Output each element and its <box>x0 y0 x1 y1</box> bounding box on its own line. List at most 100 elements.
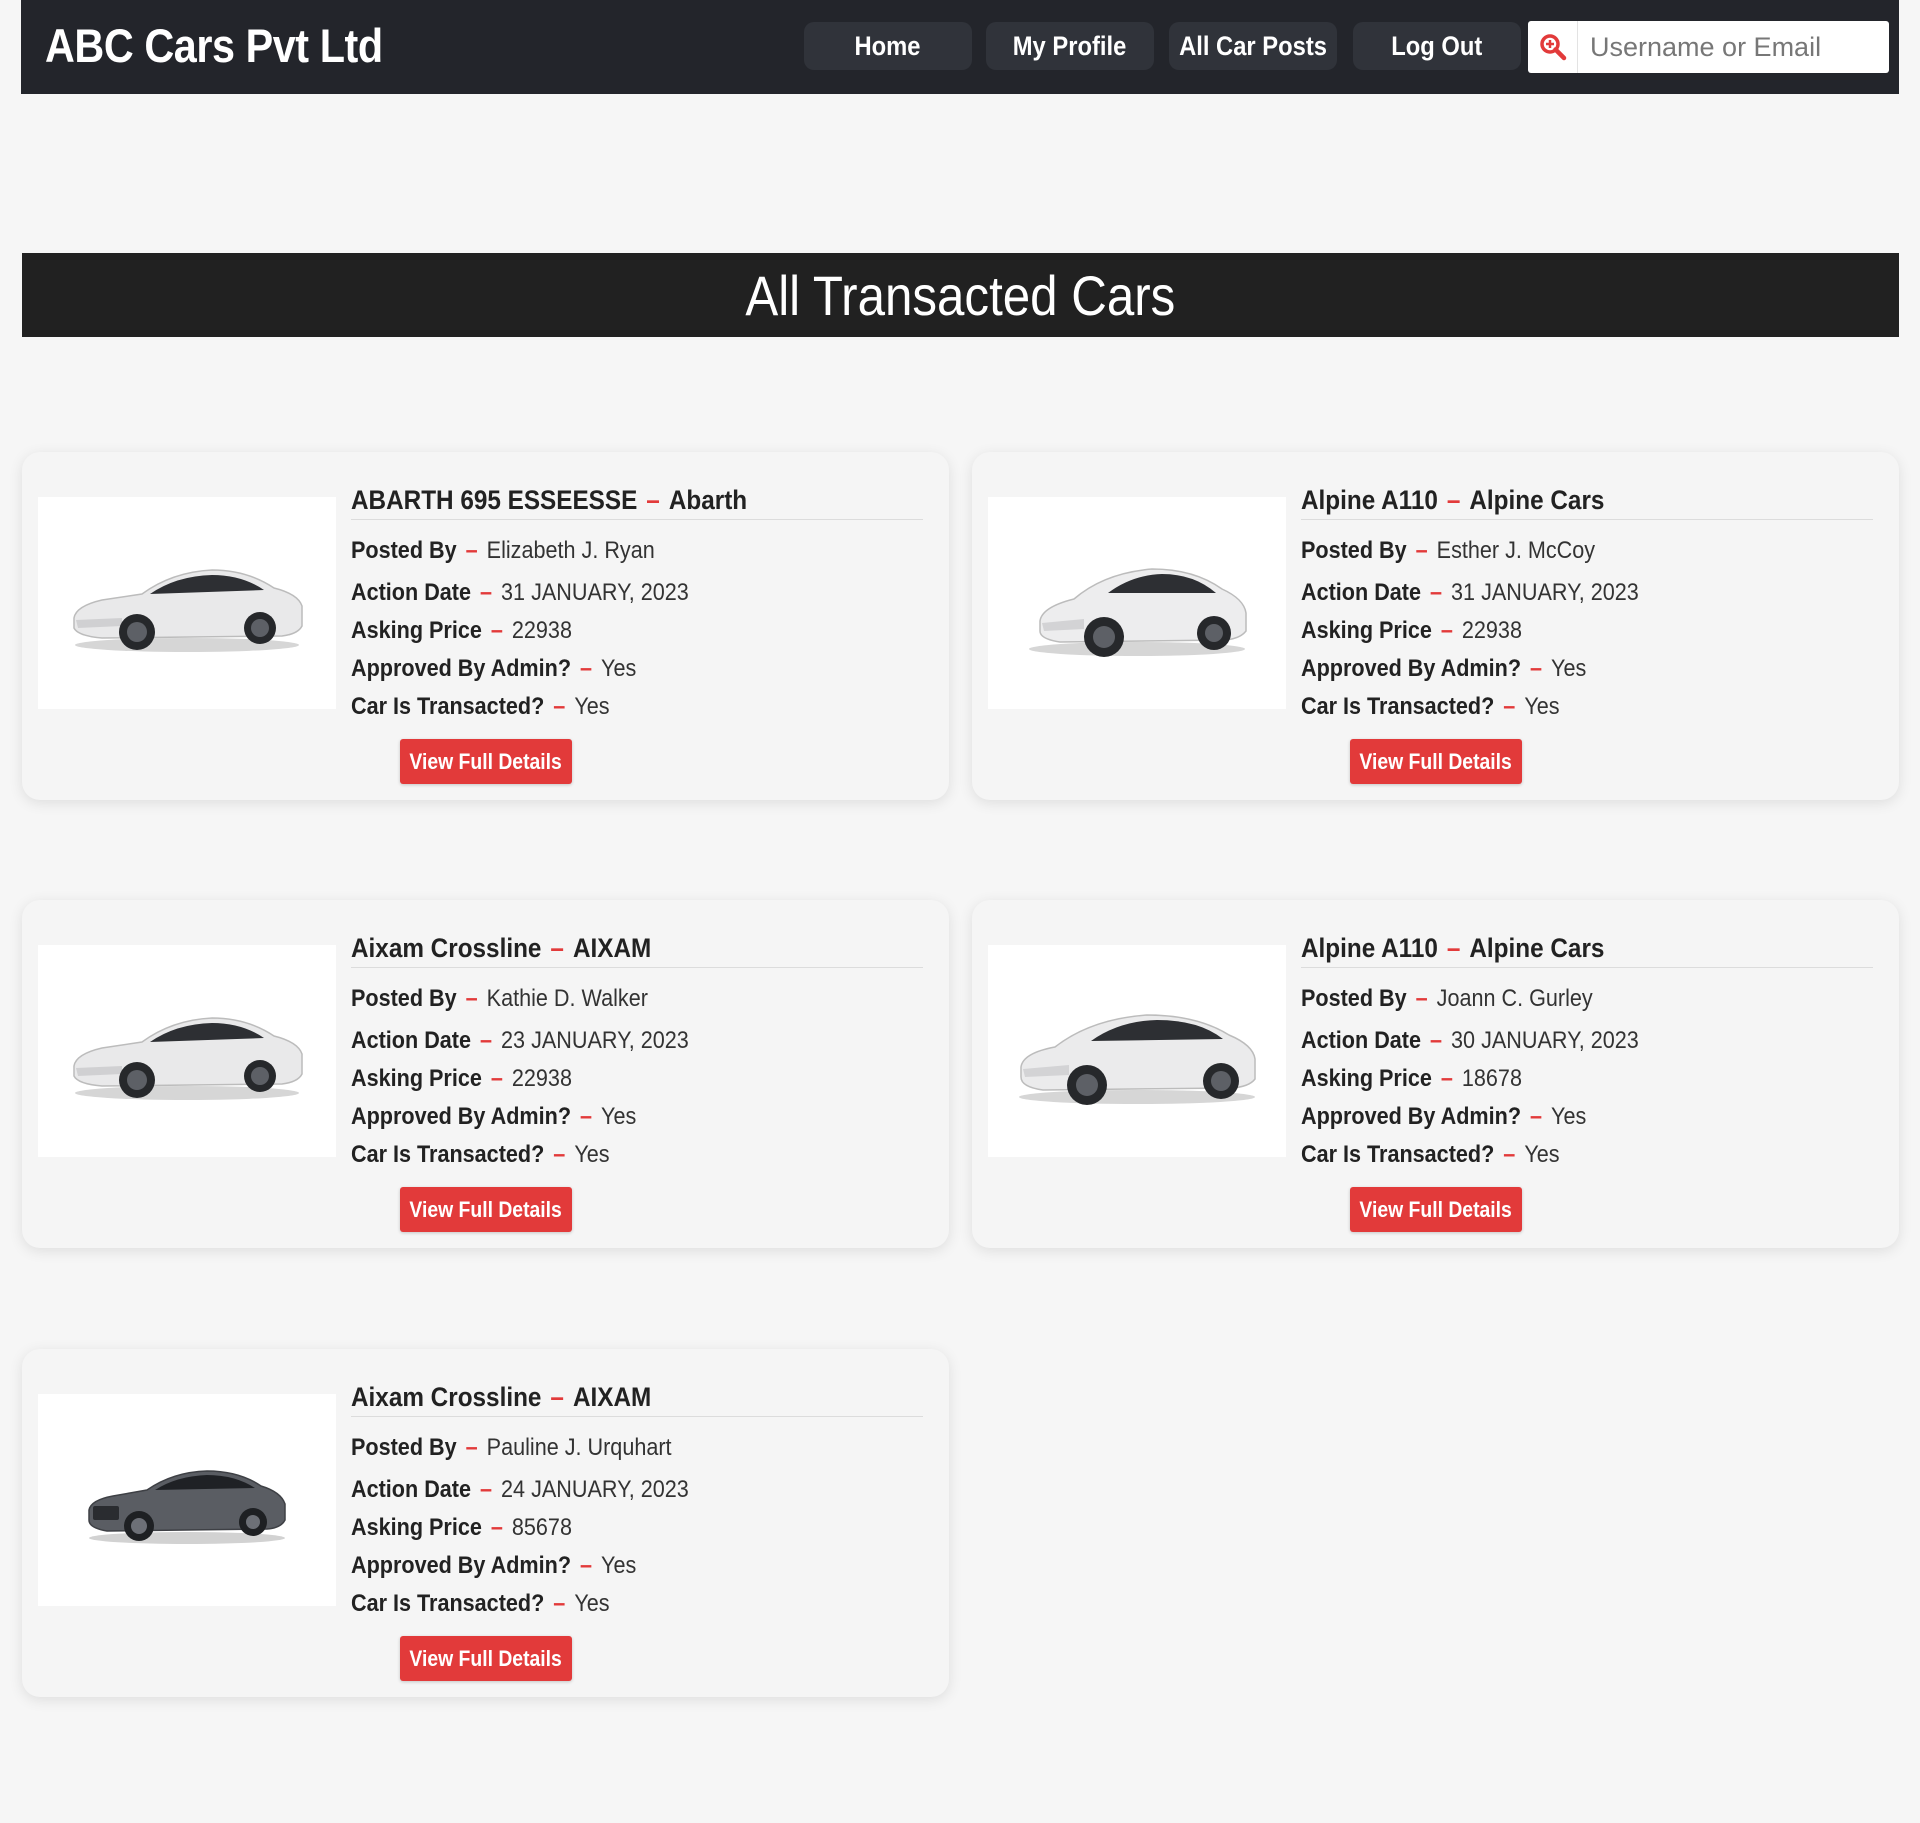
view-full-details-button[interactable]: View Full Details <box>400 1187 572 1232</box>
approved-row: Approved By Admin? – Yes <box>1301 650 1873 688</box>
separator-dash: – <box>1446 933 1461 963</box>
posted-by-value: Kathie D. Walker <box>486 985 648 1012</box>
car-card: ABARTH 695 ESSEESSE – Abarth Posted By – Eli… <box>22 452 949 800</box>
view-full-details-button[interactable]: View Full Details <box>400 1636 572 1681</box>
action-date-label: Action Date <box>351 1027 472 1054</box>
posted-by-value: Joann C. Gurley <box>1436 985 1593 1012</box>
transacted-row: Car Is Transacted? – Yes <box>351 1136 923 1174</box>
separator-dash: – <box>550 933 564 963</box>
nav-home-button[interactable]: Home <box>804 22 972 70</box>
approved-label: Approved By Admin? <box>1301 1103 1522 1130</box>
transacted-label: Car Is Transacted? <box>351 1590 545 1617</box>
car-model: Alpine A110 <box>1301 485 1438 515</box>
approved-value: Yes <box>1551 1103 1587 1130</box>
separator-dash: – <box>646 485 660 515</box>
transacted-value: Yes <box>574 1141 610 1168</box>
asking-price-label: Asking Price <box>1301 1065 1432 1092</box>
asking-price-row: Asking Price –18678 <box>1301 1060 1873 1098</box>
action-date-row: Action Date –30 JANUARY, 2023 <box>1301 1022 1873 1060</box>
car-photo <box>38 945 336 1157</box>
car-info: Alpine A110– Alpine Cars Posted By – Joann … <box>1301 928 1873 1174</box>
posted-by-row: Posted By – Elizabeth J. Ryan <box>351 532 923 574</box>
asking-price-value: 22938 <box>1461 617 1522 644</box>
action-date-label: Action Date <box>351 579 472 606</box>
asking-price-label: Asking Price <box>351 617 482 644</box>
car-make: Abarth <box>668 485 748 515</box>
view-full-details-button[interactable]: View Full Details <box>1350 1187 1522 1232</box>
car-card: Alpine A110– Alpine Cars Posted By – Esther… <box>972 452 1899 800</box>
posted-by-value: Pauline J. Urquhart <box>486 1434 672 1461</box>
approved-label: Approved By Admin? <box>351 1103 572 1130</box>
asking-price-row: Asking Price –22938 <box>1301 612 1873 650</box>
transacted-value: Yes <box>574 1590 610 1617</box>
car-title: Alpine A110– Alpine Cars <box>1301 928 1873 968</box>
nav-home-label: Home <box>854 30 921 61</box>
action-date-value: 31 JANUARY, 2023 <box>501 579 689 606</box>
white-sedan-image <box>73 569 303 652</box>
transacted-value: Yes <box>574 693 610 720</box>
car-info: Aixam Crossline – AIXAM Posted By – Kathie D… <box>351 928 923 1174</box>
view-full-details-button[interactable]: View Full Details <box>400 739 572 784</box>
white-suv-image <box>1019 1014 1256 1105</box>
posted-by-row: Posted By – Esther J. McCoy <box>1301 532 1873 574</box>
asking-price-value: 22938 <box>511 617 572 644</box>
posted-by-label: Posted By <box>351 537 457 564</box>
user-search-box <box>1528 21 1889 73</box>
approved-label: Approved By Admin? <box>351 655 572 682</box>
nav-my-profile-button[interactable]: My Profile <box>986 22 1154 70</box>
asking-price-row: Asking Price –22938 <box>351 1060 923 1098</box>
approved-row: Approved By Admin? – Yes <box>351 1098 923 1136</box>
asking-price-label: Asking Price <box>351 1514 482 1541</box>
action-date-row: Action Date –31 JANUARY, 2023 <box>1301 574 1873 612</box>
approved-value: Yes <box>601 1103 637 1130</box>
posted-by-label: Posted By <box>351 1434 457 1461</box>
approved-row: Approved By Admin? – Yes <box>351 1547 923 1585</box>
search-input[interactable] <box>1578 22 1878 72</box>
car-photo <box>38 1394 336 1606</box>
transacted-label: Car Is Transacted? <box>351 1141 545 1168</box>
white-sedan-image <box>73 1017 303 1100</box>
transacted-row: Car Is Transacted? – Yes <box>1301 1136 1873 1174</box>
transacted-row: Car Is Transacted? – Yes <box>1301 688 1873 726</box>
car-model: Alpine A110 <box>1301 933 1438 963</box>
approved-row: Approved By Admin? – Yes <box>1301 1098 1873 1136</box>
approved-label: Approved By Admin? <box>1301 655 1522 682</box>
car-info: Aixam Crossline – AIXAM Posted By – Pauline … <box>351 1377 923 1623</box>
separator-dash: – <box>1446 485 1461 515</box>
page-title-banner: All Transacted Cars <box>22 253 1899 337</box>
nav-all-car-posts-button[interactable]: All Car Posts <box>1169 22 1337 70</box>
asking-price-row: Asking Price –85678 <box>351 1509 923 1547</box>
action-date-label: Action Date <box>351 1476 472 1503</box>
transacted-label: Car Is Transacted? <box>1301 1141 1495 1168</box>
car-photo <box>988 497 1286 709</box>
grey-sedan-image <box>88 1470 286 1544</box>
car-make: AIXAM <box>572 933 652 963</box>
car-card: Aixam Crossline – AIXAM Posted By – Kathie D… <box>22 900 949 1248</box>
car-info: ABARTH 695 ESSEESSE – Abarth Posted By – Eli… <box>351 480 923 726</box>
approved-value: Yes <box>1551 655 1587 682</box>
asking-price-label: Asking Price <box>351 1065 482 1092</box>
white-crossover-image <box>1029 568 1247 657</box>
top-navbar: ABC Cars Pvt Ltd Home My Profile All Car… <box>21 0 1899 94</box>
nav-profile-label: My Profile <box>1013 30 1127 61</box>
view-full-details-button[interactable]: View Full Details <box>1350 739 1522 784</box>
nav-log-out-button[interactable]: Log Out <box>1353 22 1521 70</box>
car-make: AIXAM <box>572 1382 652 1412</box>
separator-dash: – <box>550 1382 564 1412</box>
car-make: Alpine Cars <box>1469 933 1605 963</box>
action-date-label: Action Date <box>1301 579 1422 606</box>
asking-price-value: 22938 <box>511 1065 572 1092</box>
action-date-row: Action Date –31 JANUARY, 2023 <box>351 574 923 612</box>
search-icon[interactable] <box>1528 21 1578 73</box>
posted-by-value: Esther J. McCoy <box>1436 537 1596 564</box>
posted-by-value: Elizabeth J. Ryan <box>486 537 655 564</box>
transacted-value: Yes <box>1524 1141 1560 1168</box>
posted-by-label: Posted By <box>1301 537 1407 564</box>
car-photo <box>38 497 336 709</box>
approved-value: Yes <box>601 655 637 682</box>
car-title: ABARTH 695 ESSEESSE – Abarth <box>351 480 923 520</box>
posted-by-row: Posted By – Pauline J. Urquhart <box>351 1429 923 1471</box>
car-model: Aixam Crossline <box>351 933 542 963</box>
asking-price-row: Asking Price –22938 <box>351 612 923 650</box>
brand-logo[interactable]: ABC Cars Pvt Ltd <box>45 18 383 73</box>
